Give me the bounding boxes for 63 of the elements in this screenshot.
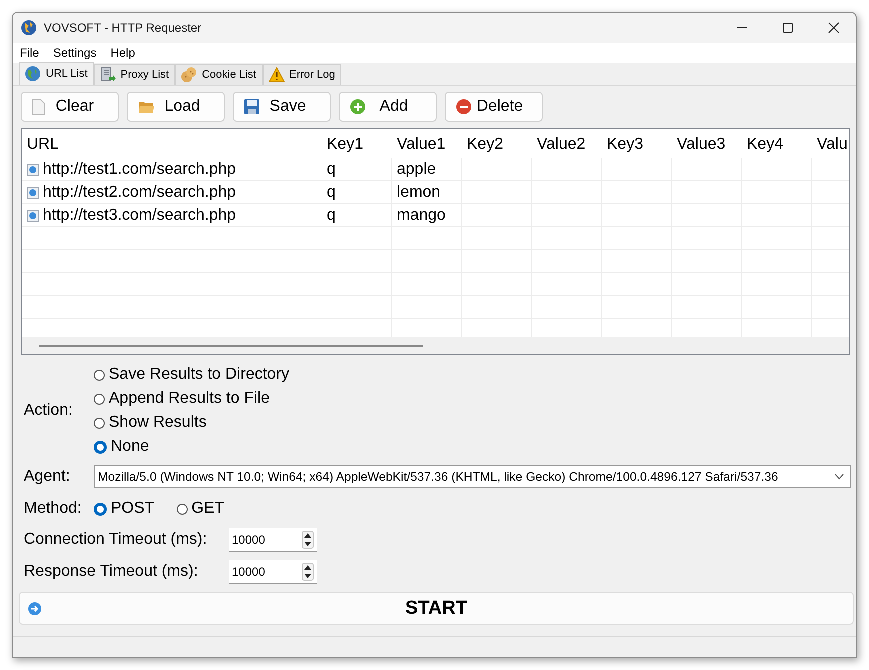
radio-button[interactable]: None [94,437,290,457]
toolbar-button[interactable]: Load [127,92,225,122]
action-label: Action: [23,402,74,420]
radio-button[interactable]: Save Results to Directory [94,365,290,385]
toolbar-button[interactable]: Clear [21,92,119,122]
toolbar-button[interactable]: Delete [445,92,543,122]
tab[interactable]: Cookie List [175,64,262,85]
table-cell: http://test1.com/search.php [43,160,236,178]
warning-icon [268,67,284,83]
table-cell: q [327,206,336,224]
minus-circle-icon [456,99,472,115]
method-label: Method: [23,500,83,518]
window-title: VOVSOFT - HTTP Requester [44,21,202,35]
column-header[interactable]: Value1 [392,131,462,158]
table-cell: q [327,160,336,178]
table-cell: q [327,184,336,202]
toolbar-button[interactable]: Save [233,92,331,122]
arrow-circle-icon [28,602,42,616]
timeout-label: Response Timeout (ms): [23,563,200,581]
menu-item[interactable]: Help [104,46,142,60]
table-cell: http://test2.com/search.php [43,184,236,202]
radio-button[interactable]: POST [94,499,155,519]
spin-arrows-icon [302,530,314,548]
tab[interactable]: Error Log [262,64,342,85]
column-header[interactable]: URL [22,131,322,158]
menu-item[interactable]: Settings [46,46,104,60]
scrollbar-thumb[interactable] [39,344,423,346]
maximize-icon[interactable] [782,22,794,34]
radio-button[interactable]: Show Results [94,413,290,433]
table-cell: apple [397,160,436,178]
column-header[interactable]: Key4 [742,131,812,158]
tab[interactable]: URL List [19,62,94,85]
spin-arrows-icon [302,562,314,580]
column-header[interactable]: Valu [812,131,849,158]
radio-button[interactable]: Append Results to File [94,389,290,409]
agent-label: Agent: [23,468,72,486]
column-header[interactable]: Key2 [462,131,532,158]
link-icon [27,164,39,176]
toolbar-button[interactable]: Add [339,92,437,122]
menu-item[interactable]: File [13,46,46,60]
timeout-spinbox[interactable]: 10000 [229,560,317,584]
column-header[interactable]: Key3 [602,131,672,158]
column-header[interactable]: Value2 [532,131,602,158]
document-icon [100,67,116,83]
agent-dropdown[interactable]: Mozilla/5.0 (Windows NT 10.0; Win64; x64) AppleWebKit/537.36 (KHTML, like Gecko) Chrome/100.0.4896.127 Safari/537.36 [94,465,851,488]
start-button[interactable]: START [19,592,854,625]
link-icon [27,186,39,198]
timeout-label: Connection Timeout (ms): [23,531,208,549]
folder-icon [138,100,155,114]
column-header[interactable]: Key1 [322,131,392,158]
table-cell: mango [397,206,446,224]
table-cell: http://test3.com/search.php [43,206,236,224]
column-header[interactable]: Value3 [672,131,742,158]
timeout-spinbox[interactable]: 10000 [229,528,317,552]
table-cell: lemon [397,184,441,202]
close-icon[interactable] [828,22,840,34]
plus-circle-icon [350,99,366,115]
tab[interactable]: Proxy List [94,64,176,85]
chevron-down-icon [835,474,844,480]
blank-page-icon [32,98,46,116]
cookie-icon [181,67,198,83]
link-icon [27,210,39,222]
radio-button[interactable]: GET [176,499,224,519]
